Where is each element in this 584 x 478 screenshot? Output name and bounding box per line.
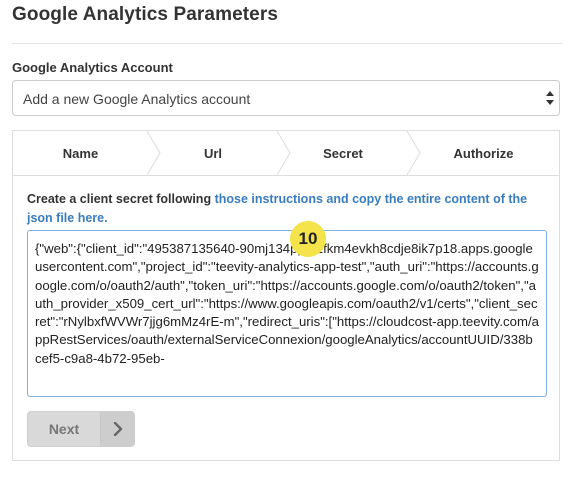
step-secret[interactable]: Secret (278, 131, 408, 175)
wizard-panel: Name Url Secret Authorize Create a clien… (12, 130, 560, 461)
step-name[interactable]: Name (13, 131, 148, 175)
step-url[interactable]: Url (148, 131, 278, 175)
account-select-value: Add a new Google Analytics account (23, 91, 251, 107)
instructions-prefix: Create a client secret following (27, 192, 215, 206)
wizard-steps: Name Url Secret Authorize (13, 131, 559, 176)
select-arrows-icon (546, 91, 554, 105)
account-select[interactable]: Add a new Google Analytics account (12, 80, 560, 116)
chevron-right-icon (101, 412, 135, 446)
client-secret-json-input[interactable]: {"web":{"client_id":"495387135640-90mj13… (27, 230, 547, 397)
account-label: Google Analytics Account (12, 60, 173, 75)
page-title: Google Analytics Parameters (12, 4, 278, 25)
step-authorize[interactable]: Authorize (408, 131, 559, 175)
instructions-text: Create a client secret following those i… (27, 190, 547, 228)
title-divider (12, 43, 562, 44)
step-number-badge: 10 (290, 221, 326, 257)
client-secret-json-value: {"web":{"client_id":"495387135640-90mj13… (35, 241, 539, 366)
next-button[interactable]: Next (27, 411, 135, 447)
next-button-label: Next (48, 421, 80, 437)
